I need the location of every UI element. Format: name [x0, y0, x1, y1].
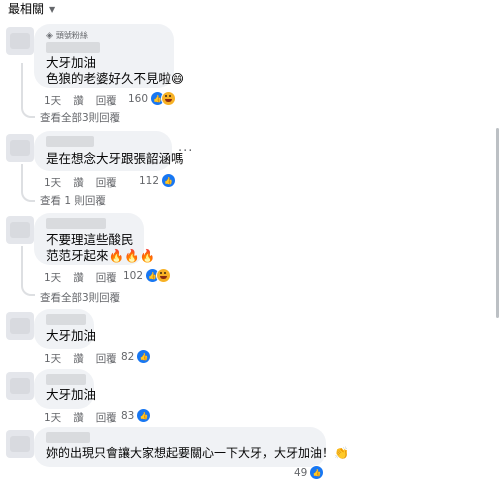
comment-actions: 1天 讚 回覆	[44, 93, 117, 108]
comment-text-line: 范范牙起來🔥🔥🔥	[46, 248, 156, 263]
comment-bubble: 大牙加油	[34, 369, 97, 409]
reaction-count: 49	[294, 466, 308, 479]
comment-text-line: 大牙加油	[46, 55, 97, 70]
reaction-summary[interactable]: 102 👍	[123, 268, 172, 283]
avatar[interactable]	[6, 27, 34, 55]
comment-bubble: ◈ 頭號粉絲 大牙加油 色狼的老婆好久不見啦😄	[34, 24, 184, 88]
like-button[interactable]: 讚	[73, 93, 84, 108]
comment-bubble: 大牙加油	[34, 309, 97, 349]
commenter-name[interactable]	[46, 314, 86, 325]
like-icon: 👍	[309, 465, 325, 480]
comment-text-line: 不要理這些酸民	[46, 232, 134, 247]
view-replies-link[interactable]: 查看全部3則回覆	[40, 110, 120, 125]
thread-connector	[21, 63, 35, 118]
reply-button[interactable]: 回覆	[96, 175, 117, 190]
avatar[interactable]	[6, 372, 34, 400]
reaction-summary[interactable]: 83 👍	[121, 408, 152, 423]
comment-actions: 1天 讚 回覆	[44, 410, 117, 425]
haha-icon	[161, 91, 177, 106]
comment-text-line: 色狼的老婆好久不見啦😄	[46, 71, 185, 86]
reaction-count: 102	[123, 269, 144, 282]
reaction-count: 112	[139, 174, 160, 187]
like-button[interactable]: 讚	[73, 351, 84, 366]
reaction-summary[interactable]: 160 👍	[128, 91, 177, 106]
comment-actions: 1天 讚 回覆	[44, 270, 117, 285]
timestamp[interactable]: 1天	[44, 270, 61, 285]
reply-button[interactable]: 回覆	[96, 351, 117, 366]
comment-text-line: 大牙加油	[46, 387, 97, 402]
reaction-summary[interactable]: 112 👍	[139, 173, 177, 188]
reaction-count: 160	[128, 92, 149, 105]
commenter-name[interactable]	[46, 374, 86, 385]
avatar[interactable]	[6, 134, 34, 162]
timestamp[interactable]: 1天	[44, 351, 61, 366]
view-replies-link[interactable]: 查看 1 則回覆	[40, 193, 106, 208]
avatar[interactable]	[6, 216, 34, 244]
avatar[interactable]	[6, 312, 34, 340]
commenter-name[interactable]	[46, 42, 100, 53]
like-button[interactable]: 讚	[73, 410, 84, 425]
commenter-name[interactable]	[46, 136, 94, 147]
commenter-name[interactable]	[46, 432, 90, 443]
reaction-count: 83	[121, 409, 135, 422]
thread-connector	[21, 246, 35, 296]
commenter-name[interactable]	[46, 218, 106, 229]
like-icon: 👍	[136, 408, 152, 423]
comment-bubble: 妳的出現只會讓大家想起要關心一下大牙，大牙加油！👏	[34, 427, 349, 467]
reaction-summary[interactable]: 49 👍	[294, 465, 325, 480]
thread-connector	[21, 164, 35, 202]
haha-icon	[156, 268, 172, 283]
comment-text-line: 是在想念大牙跟張韶涵嗎	[46, 151, 184, 166]
reply-button[interactable]: 回覆	[96, 410, 117, 425]
comment-bubble: 是在想念大牙跟張韶涵嗎	[34, 131, 184, 171]
like-button[interactable]: 讚	[73, 175, 84, 190]
comment-text-line: 大牙加油	[46, 328, 97, 343]
reaction-count: 82	[121, 350, 135, 363]
top-fan-badge: ◈ 頭號粉絲	[46, 30, 88, 41]
reaction-summary[interactable]: 82 👍	[121, 349, 152, 364]
reply-button[interactable]: 回覆	[96, 93, 117, 108]
like-icon: 👍	[161, 173, 177, 188]
comment-text-line: 妳的出現只會讓大家想起要關心一下大牙，大牙加油！👏	[46, 446, 349, 460]
avatar[interactable]	[6, 430, 34, 458]
comment-actions: 1天 讚 回覆	[44, 351, 117, 366]
like-icon: 👍	[136, 349, 152, 364]
scrollbar[interactable]	[496, 128, 499, 318]
timestamp[interactable]: 1天	[44, 93, 61, 108]
sort-label: 最相關	[8, 2, 45, 16]
more-options-icon[interactable]: ···	[178, 144, 193, 159]
comment-bubble: 不要理這些酸民 范范牙起來🔥🔥🔥	[34, 213, 155, 265]
diamond-icon: ◈	[46, 30, 53, 41]
sort-dropdown[interactable]: 最相關 ▼	[8, 0, 55, 17]
comment-actions: 1天 讚 回覆	[44, 175, 117, 190]
like-button[interactable]: 讚	[73, 270, 84, 285]
chevron-down-icon: ▼	[49, 4, 56, 14]
view-replies-link[interactable]: 查看全部3則回覆	[40, 290, 120, 305]
reply-button[interactable]: 回覆	[96, 270, 117, 285]
timestamp[interactable]: 1天	[44, 410, 61, 425]
timestamp[interactable]: 1天	[44, 175, 61, 190]
